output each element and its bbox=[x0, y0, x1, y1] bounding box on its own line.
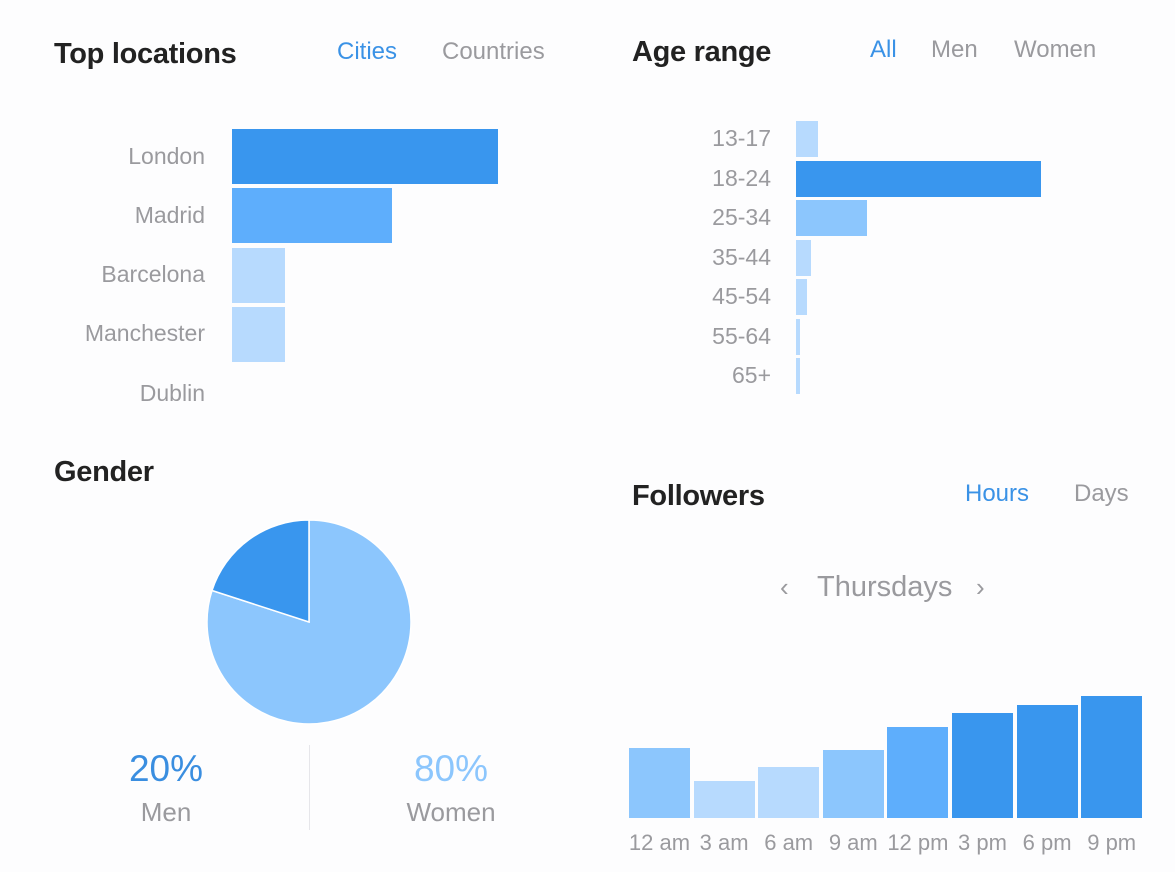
tab-all[interactable]: All bbox=[870, 36, 897, 64]
gender-pie-chart bbox=[206, 519, 412, 725]
bar-18-24 bbox=[796, 160, 1041, 197]
women-label: Women bbox=[406, 797, 496, 827]
category-label-madrid: Madrid bbox=[134, 201, 205, 228]
women-percent: 80% bbox=[413, 748, 489, 789]
bar-12-pm bbox=[887, 726, 949, 818]
bar-6-am bbox=[758, 766, 820, 818]
category-label-manchester: Manchester bbox=[84, 320, 205, 347]
category-label-dublin: Dublin bbox=[139, 379, 205, 406]
chevron-left-icon[interactable]: ‹ bbox=[780, 572, 789, 603]
bar-45-54 bbox=[796, 279, 808, 315]
bar-35-44 bbox=[796, 239, 811, 276]
tab-women[interactable]: Women bbox=[1014, 36, 1096, 64]
x-tick-12-pm: 12 pm bbox=[887, 830, 949, 855]
gender-title: Gender bbox=[54, 456, 154, 488]
category-label-18-24: 18-24 bbox=[712, 164, 771, 191]
top-locations-title: Top locations bbox=[54, 38, 237, 70]
x-tick-12-am: 12 am bbox=[628, 830, 691, 855]
category-label-35-44: 35-44 bbox=[712, 243, 771, 270]
followers-title: Followers bbox=[632, 480, 765, 512]
x-tick-9-pm: 9 pm bbox=[1087, 830, 1137, 855]
x-tick-3-am: 3 am bbox=[699, 830, 749, 855]
tab-hours[interactable]: Hours bbox=[965, 480, 1029, 508]
bar-65 bbox=[796, 358, 800, 394]
bar-55-64 bbox=[796, 318, 800, 355]
bar-3-pm bbox=[952, 713, 1013, 818]
bar-barcelona bbox=[232, 247, 286, 303]
category-label-55-64: 55-64 bbox=[712, 322, 771, 349]
bar-3-am bbox=[693, 781, 755, 818]
tab-days[interactable]: Days bbox=[1074, 480, 1129, 508]
bar-12-am bbox=[629, 748, 690, 818]
x-tick-6-pm: 6 pm bbox=[1022, 830, 1072, 855]
gender-divider bbox=[309, 745, 310, 830]
chevron-right-icon[interactable]: › bbox=[976, 572, 985, 603]
tab-cities[interactable]: Cities bbox=[337, 38, 397, 66]
category-label-barcelona: Barcelona bbox=[101, 261, 205, 288]
bar-6-pm bbox=[1016, 704, 1078, 818]
category-label-25-34: 25-34 bbox=[712, 204, 771, 230]
age-range-title: Age range bbox=[632, 36, 772, 68]
x-tick-9-am: 9 am bbox=[828, 830, 878, 855]
bar-9-pm bbox=[1081, 696, 1143, 818]
x-tick-3-pm: 3 pm bbox=[958, 830, 1007, 855]
category-label-london: London bbox=[128, 142, 205, 169]
category-label-45-54: 45-54 bbox=[712, 283, 771, 309]
bar-madrid bbox=[232, 188, 392, 244]
tab-men[interactable]: Men bbox=[931, 36, 978, 64]
bar-9-am bbox=[822, 749, 884, 818]
men-percent: 20% bbox=[128, 748, 204, 789]
bar-25-34 bbox=[796, 200, 868, 236]
x-tick-6-am: 6 am bbox=[764, 830, 814, 855]
category-label-65: 65+ bbox=[731, 362, 771, 388]
bar-13-17 bbox=[796, 121, 819, 157]
category-label-13-17: 13-17 bbox=[712, 125, 771, 151]
day-selector-label: Thursdays bbox=[817, 571, 953, 603]
tab-countries[interactable]: Countries bbox=[442, 38, 545, 66]
bar-london bbox=[232, 129, 498, 184]
bar-manchester bbox=[232, 306, 286, 362]
men-label: Men bbox=[140, 797, 192, 827]
